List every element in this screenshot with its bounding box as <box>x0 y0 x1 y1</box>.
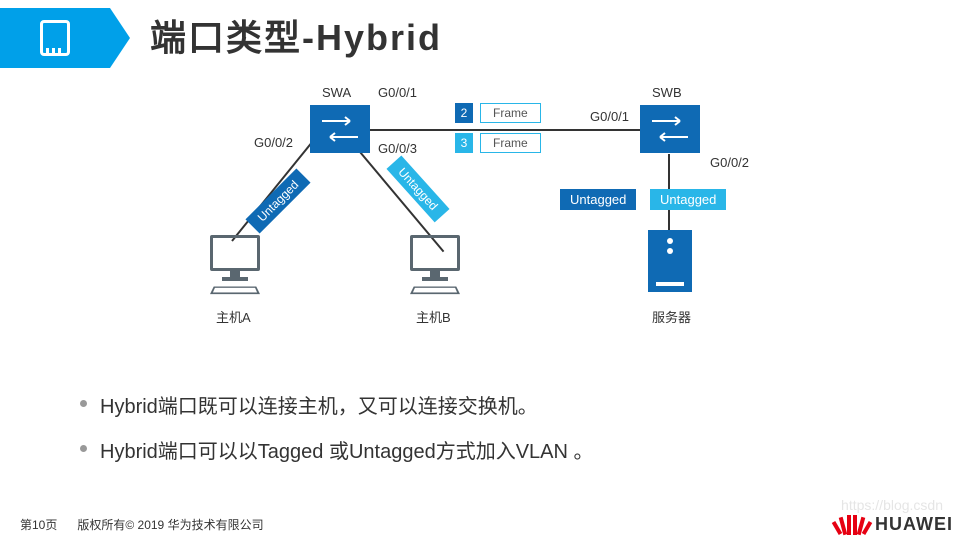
copyright: 版权所有© 2019 华为技术有限公司 <box>77 516 263 533</box>
tag-untagged-server-left: Untagged <box>560 189 636 210</box>
page-number: 第10页 <box>20 516 57 533</box>
frame-label-2: Frame <box>480 133 541 153</box>
bullet-list: Hybrid端口既可以连接主机，又可以连接交换机。 Hybrid端口可以以Tag… <box>80 390 594 480</box>
port-swa-right: G0/0/1 <box>378 85 417 100</box>
frame-num-1: 2 <box>455 103 473 123</box>
slide-title: 端口类型-Hybrid <box>150 9 442 61</box>
bullet-2: Hybrid端口可以以Tagged 或Untagged方式加入VLAN 。 <box>80 435 594 464</box>
bullet-1: Hybrid端口既可以连接主机，又可以连接交换机。 <box>80 390 594 419</box>
watermark: https://blog.csdn <box>841 497 943 513</box>
server-icon <box>648 230 692 292</box>
tag-untagged-left: Untagged <box>245 168 310 233</box>
network-diagram: SWA SWB G0/0/1 G0/0/2 G0/0/3 G0/0/1 G0/0… <box>0 85 973 345</box>
header-tab-icon <box>0 8 110 68</box>
label-swb: SWB <box>652 85 682 100</box>
frame-num-2: 3 <box>455 133 473 153</box>
huawei-logo-icon <box>835 515 869 535</box>
label-host-a: 主机A <box>216 307 251 326</box>
frame-label-1: Frame <box>480 103 541 123</box>
port-swb-bottom: G0/0/2 <box>710 155 749 170</box>
huawei-logo-text: HUAWEI <box>875 514 953 535</box>
label-host-b: 主机B <box>416 307 451 326</box>
link-swa-swb <box>370 129 640 131</box>
label-swa: SWA <box>322 85 351 100</box>
port-swa-bottom: G0/0/3 <box>378 141 417 156</box>
port-swb-left: G0/0/1 <box>590 109 629 124</box>
slide-footer: 第10页 版权所有© 2019 华为技术有限公司 <box>20 516 264 533</box>
document-icon <box>40 20 70 56</box>
label-server: 服务器 <box>652 307 691 326</box>
port-swa-left: G0/0/2 <box>254 135 293 150</box>
switch-swb <box>640 105 700 153</box>
slide-header: 端口类型-Hybrid <box>0 0 973 70</box>
switch-swa <box>310 105 370 153</box>
tag-untagged-server-right: Untagged <box>650 189 726 210</box>
huawei-logo: HUAWEI <box>835 514 953 535</box>
host-b-icon <box>400 235 470 295</box>
host-a-icon <box>200 235 270 295</box>
tag-untagged-right: Untagged <box>386 156 449 223</box>
